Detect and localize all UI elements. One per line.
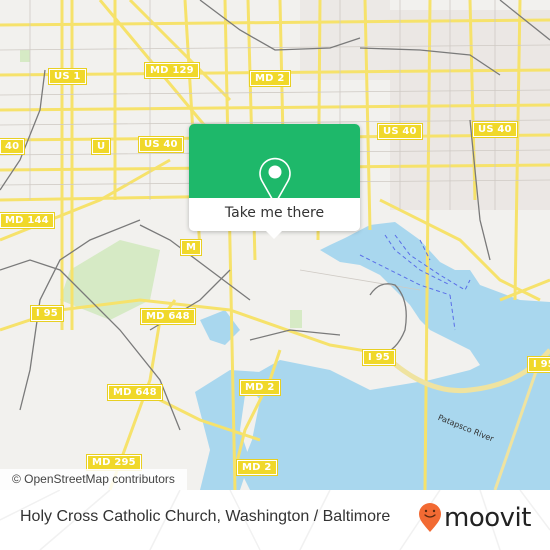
popup-header [189, 124, 360, 205]
road-shield: I 95 [362, 349, 396, 366]
road-shield: M [179, 239, 203, 256]
road-shield: MD 295 [86, 454, 142, 471]
road-shield: MD 144 [0, 212, 55, 229]
map-view[interactable]: US 1 MD 129 MD 2 US 40 US 40 US 40 U 40 … [0, 0, 550, 490]
footer-bar: Holy Cross Catholic Church, Washington /… [0, 490, 550, 550]
road-shield: 40 [0, 138, 26, 155]
road-shield: MD 648 [107, 384, 163, 401]
road-shield: I 95 [527, 356, 550, 373]
road-shield: US 1 [48, 68, 87, 85]
road-shield: US 40 [377, 123, 423, 140]
park [290, 310, 302, 328]
moovit-logo-icon [419, 503, 441, 532]
place-title: Holy Cross Catholic Church, Washington /… [20, 508, 391, 525]
road-shield: MD 2 [249, 70, 291, 87]
inlet-water [200, 310, 240, 345]
moovit-logo[interactable]: moovit [418, 503, 531, 533]
map-attribution[interactable]: © OpenStreetMap contributors [0, 469, 187, 490]
park [20, 50, 30, 62]
road-shield: U [90, 138, 112, 155]
road-shield: US 40 [138, 136, 184, 153]
harbor-water [240, 222, 550, 490]
road-shield: MD 2 [239, 379, 281, 396]
road-shield: MD 648 [140, 308, 196, 325]
road-shield: MD 129 [144, 62, 200, 79]
road-shield: I 95 [30, 305, 64, 322]
location-popup: Take me there [189, 124, 360, 239]
urban-area [300, 0, 390, 80]
popup-tail [266, 231, 282, 239]
map-pin-icon [259, 157, 291, 205]
brand-name: moovit [444, 503, 531, 533]
road-shield: MD 2 [236, 459, 278, 476]
road-shield: US 40 [472, 121, 518, 138]
